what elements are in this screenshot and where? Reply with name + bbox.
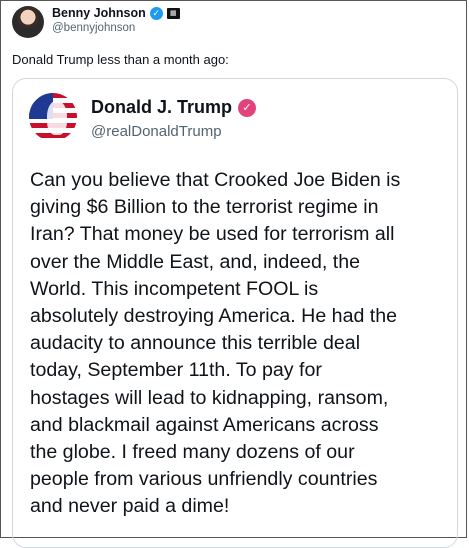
- author-handle[interactable]: @bennyjohnson: [52, 22, 135, 34]
- quoted-author-name[interactable]: Donald J. Trump: [91, 97, 232, 118]
- portrait-silhouette: [47, 101, 67, 135]
- quoted-avatar[interactable]: [29, 93, 77, 141]
- author-name[interactable]: Benny Johnson: [52, 6, 146, 20]
- quoted-author-handle[interactable]: @realDonaldTrump: [91, 123, 222, 140]
- quoted-tweet-text: Can you believe that Crooked Joe Biden i…: [30, 169, 401, 518]
- verified-badge-icon: ✓: [238, 98, 257, 117]
- tweet-text: Donald Trump less than a month ago:: [12, 52, 229, 67]
- avatar[interactable]: [12, 6, 44, 38]
- quoted-tweet-card[interactable]: Donald J. Trump ✓ @realDonaldTrump Can y…: [12, 78, 458, 548]
- author-name-row[interactable]: Benny Johnson ✓ ▦: [52, 6, 180, 20]
- quoted-author-name-row[interactable]: Donald J. Trump ✓: [91, 97, 257, 118]
- verified-badge-icon: ✓: [149, 6, 163, 20]
- affiliation-badge-icon[interactable]: ▦: [166, 7, 180, 19]
